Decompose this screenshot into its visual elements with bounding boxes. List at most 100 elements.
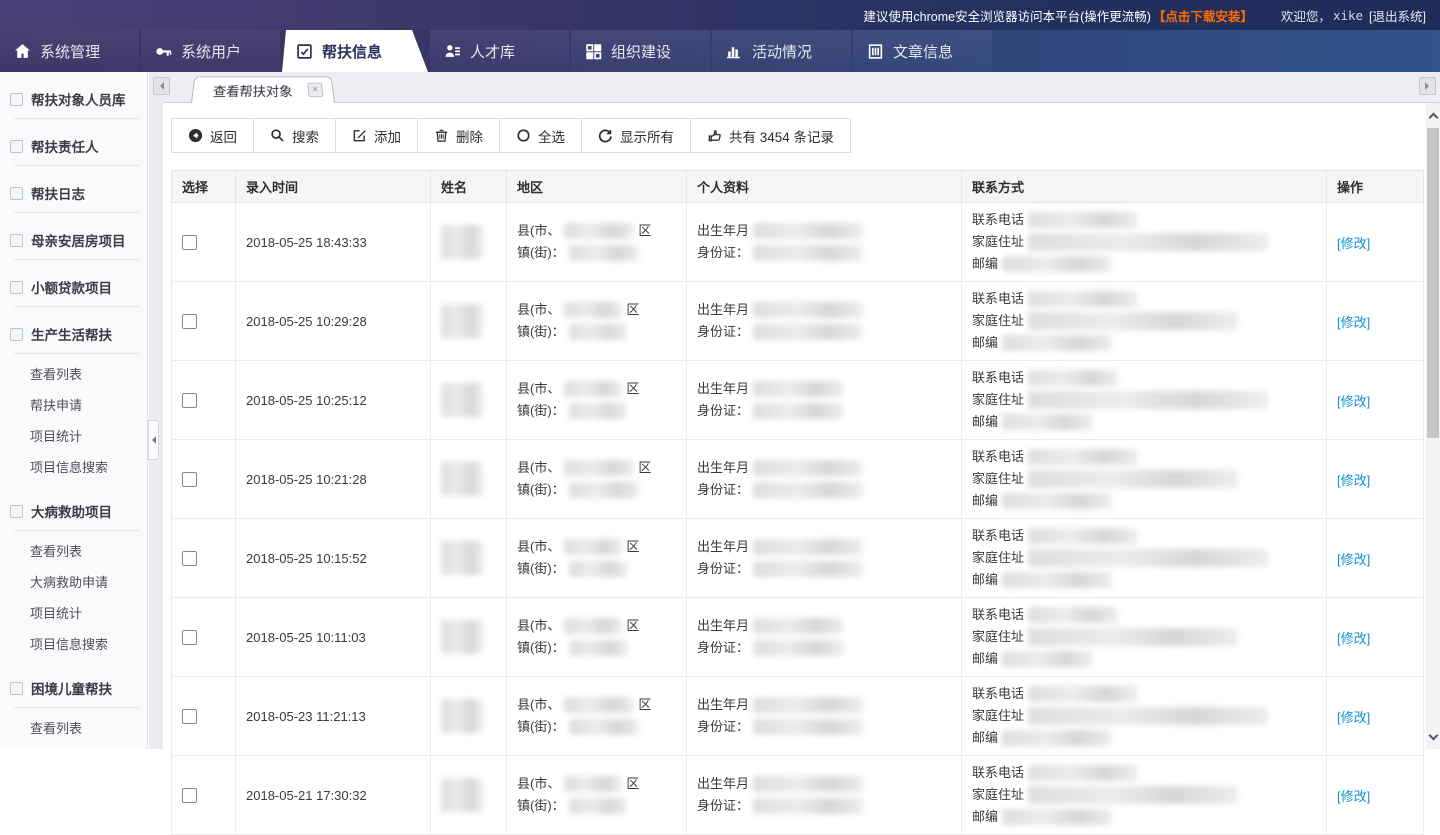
redacted-name xyxy=(441,778,483,812)
nav-item-5[interactable]: 组织建设 xyxy=(571,30,710,72)
sidebar-item-查看列表[interactable]: 查看列表 xyxy=(0,358,147,389)
sidebar-item-项目统计[interactable]: 项目统计 xyxy=(0,597,147,628)
cell-contact: 联系电话 家庭住址 邮编 xyxy=(962,519,1327,598)
toolbar-button-label: 显示所有 xyxy=(620,126,674,146)
redacted-value xyxy=(753,539,863,555)
row-checkbox[interactable] xyxy=(182,630,197,645)
redacted-value xyxy=(1002,809,1112,825)
redacted-value xyxy=(1002,730,1112,746)
nav-item-6[interactable]: 活动情况 xyxy=(712,30,851,72)
sidebar-collapse-handle[interactable] xyxy=(148,420,159,460)
chevron-up-icon xyxy=(1428,112,1438,122)
edit-link[interactable]: [修改] xyxy=(1337,710,1370,725)
redacted-value xyxy=(1028,686,1138,702)
scroll-up-button[interactable] xyxy=(1426,103,1440,127)
tabstrip-scroll-left-button[interactable] xyxy=(153,77,170,95)
welcome-text: 欢迎您， xyxy=(1281,6,1331,25)
tabstrip-scroll-right-button[interactable] xyxy=(1419,77,1436,95)
sidebar-group-label: 困境儿童帮扶 xyxy=(31,678,112,698)
row-checkbox[interactable] xyxy=(182,235,197,250)
column-header: 地区 xyxy=(507,171,687,203)
toolbar-button-1[interactable]: 返回 xyxy=(172,119,254,152)
edit-link[interactable]: [修改] xyxy=(1337,236,1370,251)
toolbar-button-4[interactable]: 删除 xyxy=(418,119,500,152)
toolbar-button-2[interactable]: 搜索 xyxy=(254,119,336,152)
sidebar-item-项目统计[interactable]: 项目统计 xyxy=(0,420,147,451)
table-row: 2018-05-21 17:30:32 县(市、区 镇(街)： 出生年月 身份证… xyxy=(172,756,1424,835)
nav-item-2[interactable]: 系统用户 xyxy=(141,30,280,72)
redacted-value xyxy=(564,460,634,476)
document-tabstrip: 查看帮扶对象 × xyxy=(163,72,1440,103)
cell-region: 县(市、区 镇(街)： xyxy=(507,203,687,282)
redacted-value xyxy=(1028,291,1138,307)
sidebar-item-查看列表[interactable]: 查看列表 xyxy=(0,712,147,743)
tab-view-help-objects[interactable]: 查看帮扶对象 × xyxy=(191,76,335,103)
redacted-value xyxy=(569,561,627,577)
column-header: 选择 xyxy=(172,171,236,203)
sidebar-group-6[interactable]: 生产生活帮扶 xyxy=(0,315,147,351)
row-checkbox[interactable] xyxy=(182,393,197,408)
redacted-value xyxy=(753,403,843,419)
sidebar-group-4[interactable]: 母亲安居房项目 xyxy=(0,221,147,257)
article-icon xyxy=(867,43,884,60)
sidebar-item-帮扶申请[interactable]: 帮扶申请 xyxy=(0,389,147,420)
table-row: 2018-05-25 18:43:33 县(市、区 镇(街)： 出生年月 身份证… xyxy=(172,203,1424,282)
sidebar-group-label: 母亲安居房项目 xyxy=(31,230,126,250)
toolbar-button-6[interactable]: 显示所有 xyxy=(582,119,691,152)
edit-link[interactable]: [修改] xyxy=(1337,789,1370,804)
left-arrow-icon xyxy=(156,82,164,90)
nav-item-1[interactable]: 系统管理 xyxy=(0,30,139,72)
edit-link[interactable]: [修改] xyxy=(1337,315,1370,330)
sidebar-group-5[interactable]: 小额贷款项目 xyxy=(0,268,147,304)
nav-item-7[interactable]: 文章信息 xyxy=(853,30,992,72)
nav-item-label: 系统管理 xyxy=(40,41,100,62)
top-bar: 建议使用chrome安全浏览器访问本平台(操作更流畅) 【点击下载安装】 欢迎您… xyxy=(0,0,1440,30)
edit-link[interactable]: [修改] xyxy=(1337,552,1370,567)
row-checkbox[interactable] xyxy=(182,709,197,724)
edit-link[interactable]: [修改] xyxy=(1337,473,1370,488)
row-checkbox[interactable] xyxy=(182,314,197,329)
sidebar-group-1[interactable]: 帮扶对象人员库 xyxy=(0,80,147,116)
row-checkbox[interactable] xyxy=(182,472,197,487)
sidebar-item-帮扶申请[interactable]: 帮扶申请 xyxy=(0,743,147,749)
sidebar-item-项目信息搜索[interactable]: 项目信息搜索 xyxy=(0,628,147,659)
cell-name xyxy=(431,203,507,282)
cell-entry-time: 2018-05-25 10:29:28 xyxy=(236,282,431,361)
sidebar-group-7[interactable]: 大病救助项目 xyxy=(0,492,147,528)
row-checkbox[interactable] xyxy=(182,551,197,566)
toolbar-button-5[interactable]: 全选 xyxy=(500,119,582,152)
redacted-value xyxy=(753,223,863,239)
cell-region: 县(市、区 镇(街)： xyxy=(507,677,687,756)
nav-item-3[interactable]: 帮扶信息 xyxy=(282,30,428,72)
right-arrow-icon xyxy=(1425,82,1433,90)
nav-item-4[interactable]: 人才库 xyxy=(430,30,569,72)
sidebar-group-2[interactable]: 帮扶责任人 xyxy=(0,127,147,163)
toolbar-button-label: 共有 3454 条记录 xyxy=(729,126,834,146)
toolbar-button-3[interactable]: 添加 xyxy=(336,119,418,152)
sidebar-item-查看列表[interactable]: 查看列表 xyxy=(0,535,147,566)
sidebar-group-8[interactable]: 困境儿童帮扶 xyxy=(0,669,147,705)
table-row: 2018-05-23 11:21:13 县(市、区 镇(街)： 出生年月 身份证… xyxy=(172,677,1424,756)
redacted-name xyxy=(441,541,483,575)
tab-close-icon[interactable]: × xyxy=(307,83,323,97)
add-edit-icon xyxy=(352,128,367,143)
sidebar-item-大病救助申请[interactable]: 大病救助申请 xyxy=(0,566,147,597)
scroll-down-button[interactable] xyxy=(1426,725,1440,749)
cell-region: 县(市、区 镇(街)： xyxy=(507,440,687,519)
redacted-value xyxy=(1002,335,1112,351)
cell-entry-time: 2018-05-25 18:43:33 xyxy=(236,203,431,282)
scrollbar-thumb[interactable] xyxy=(1427,128,1439,438)
edit-link[interactable]: [修改] xyxy=(1337,394,1370,409)
vertical-scrollbar[interactable] xyxy=(1426,103,1440,749)
cell-name xyxy=(431,361,507,440)
toolbar-button-7[interactable]: 共有 3454 条记录 xyxy=(691,119,850,152)
chevron-down-icon xyxy=(10,140,23,153)
download-install-link[interactable]: 【点击下载安装】 xyxy=(1153,6,1253,25)
row-checkbox[interactable] xyxy=(182,788,197,803)
redacted-value xyxy=(1028,765,1138,781)
sidebar-group-label: 帮扶日志 xyxy=(31,183,85,203)
sidebar-group-3[interactable]: 帮扶日志 xyxy=(0,174,147,210)
logout-link[interactable]: [退出系统] xyxy=(1369,6,1426,25)
sidebar-item-项目信息搜索[interactable]: 项目信息搜索 xyxy=(0,451,147,482)
edit-link[interactable]: [修改] xyxy=(1337,631,1370,646)
